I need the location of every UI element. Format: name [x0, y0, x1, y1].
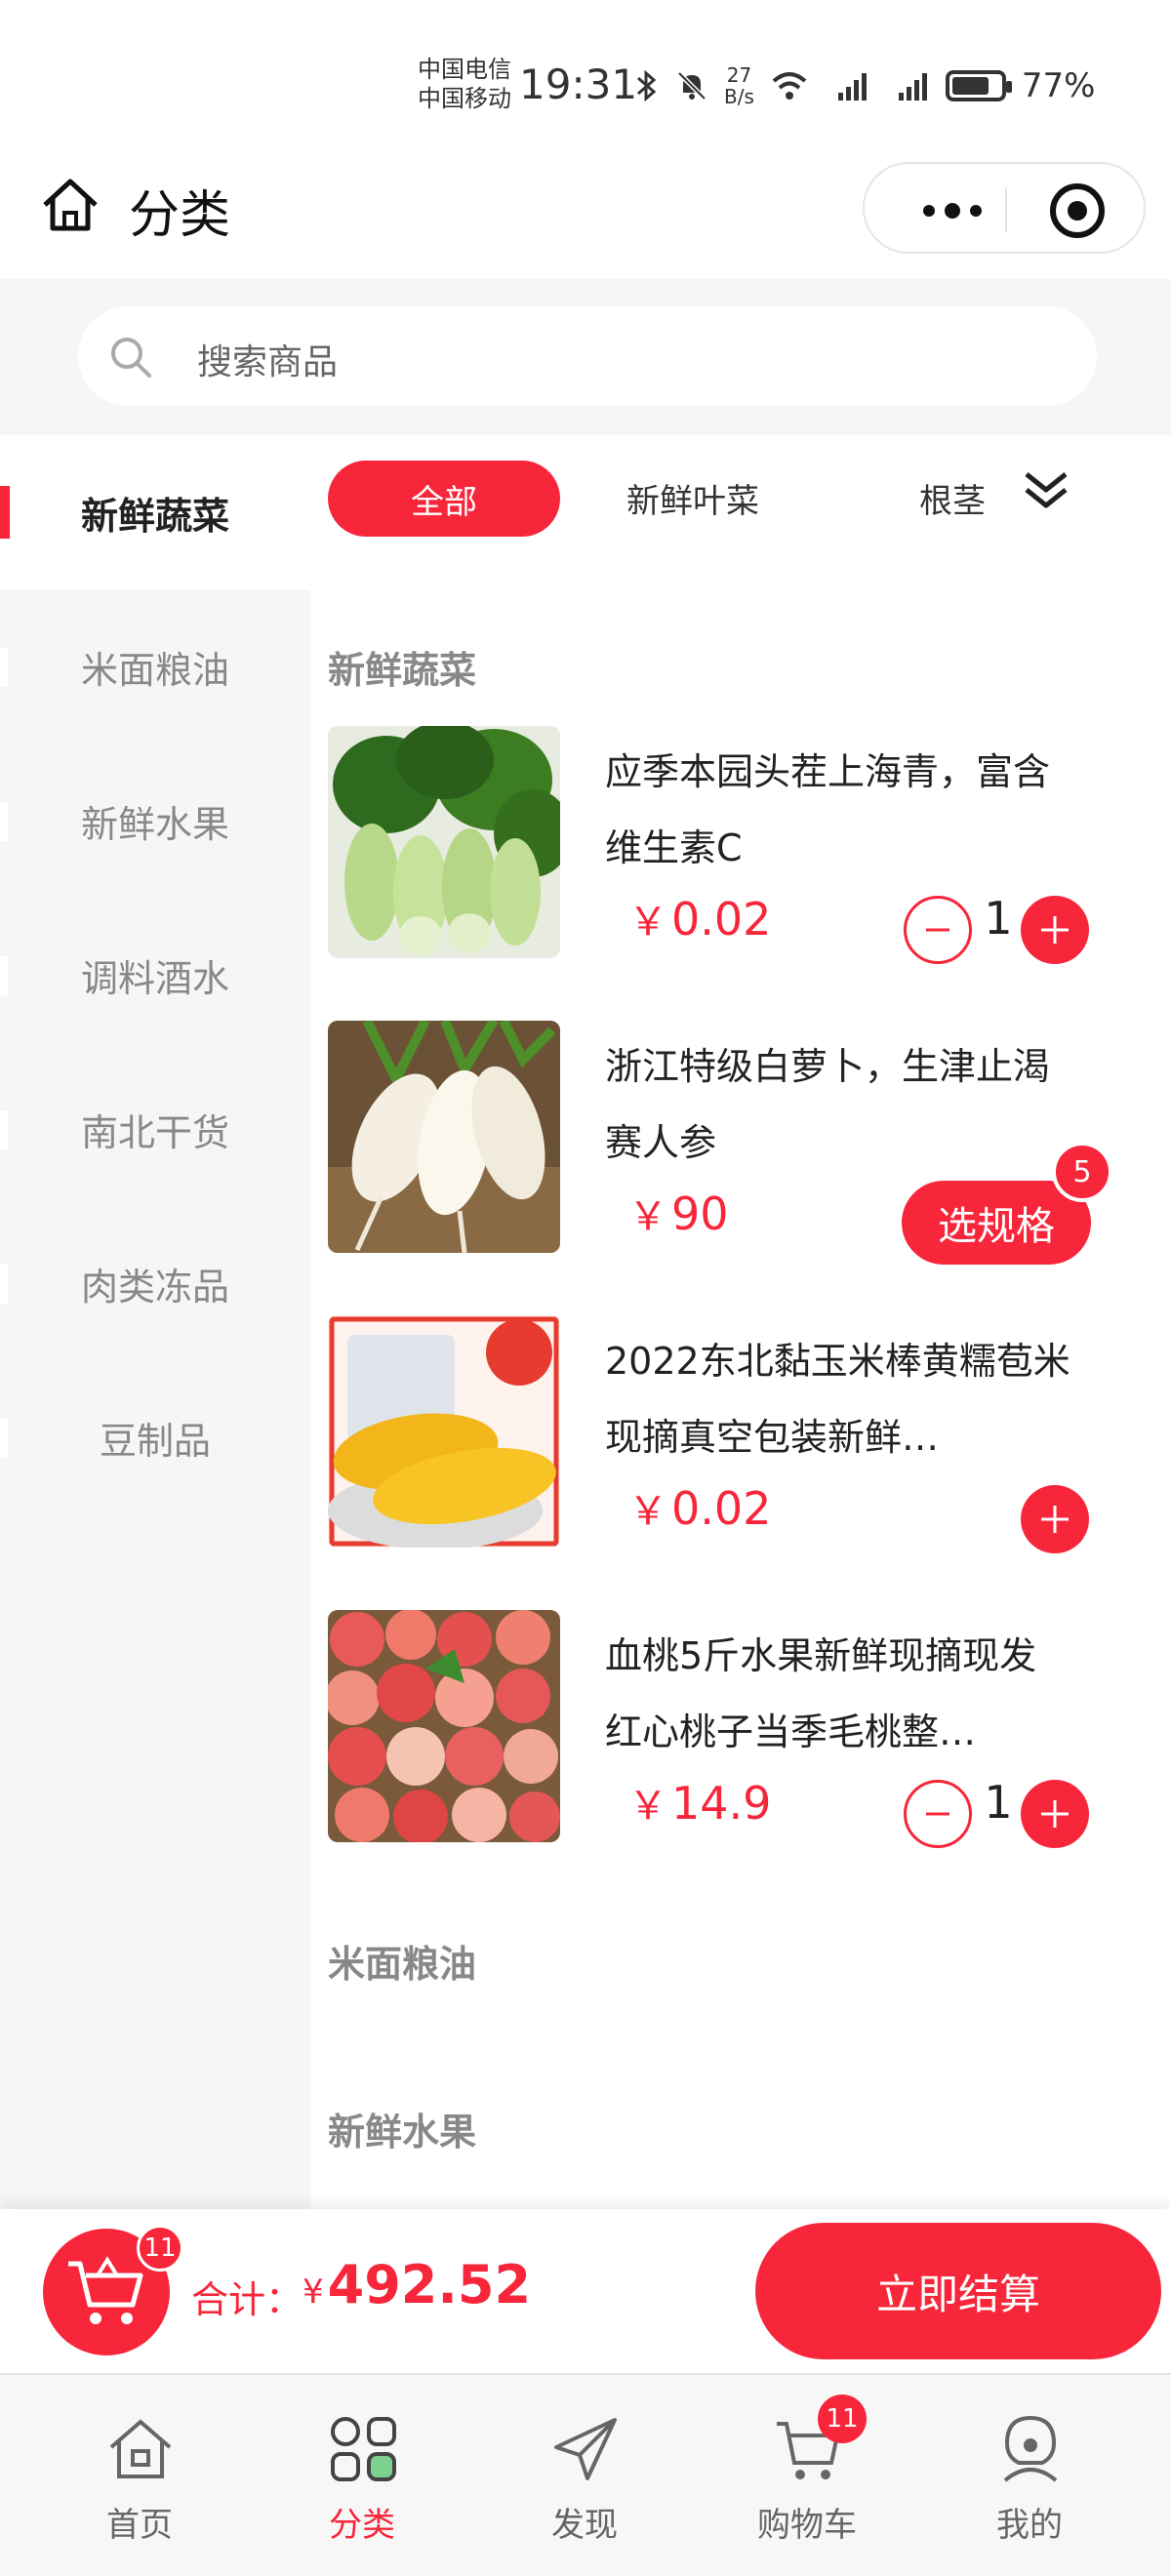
total-label: 合计：: [191, 2278, 303, 2321]
product-card[interactable]: 浙江特级白萝卜，生津止渴赛人参 ￥90 选规格 5: [328, 1021, 1167, 1265]
increase-quantity-button[interactable]: [1021, 1780, 1089, 1848]
net-speed: 27 B/s: [724, 63, 754, 108]
cart-tab-badge: 11: [818, 2395, 867, 2443]
quantity-value: 1: [984, 892, 1013, 945]
tab-category[interactable]: 分类: [250, 2375, 474, 2576]
mute-bell-icon: [677, 71, 707, 101]
section-title: 新鲜蔬菜: [328, 649, 477, 692]
decrease-quantity-button[interactable]: [904, 1780, 972, 1848]
section-title: 米面粮油: [328, 1943, 477, 1986]
product-card[interactable]: 应季本园头茬上海青，富含维生素C ￥0.02 1: [328, 726, 1167, 964]
product-name: 血桃5斤水果新鲜现摘现发红心桃子当季毛桃整…: [605, 1634, 1037, 1753]
sidebar-item-fresh-vegetables[interactable]: 新鲜蔬菜: [0, 435, 310, 589]
signal-5g-icon: [837, 73, 867, 101]
target-close-icon[interactable]: [1050, 183, 1105, 238]
page-title: 分类: [129, 186, 231, 245]
product-card[interactable]: 2022东北黏玉米棒黄糯苞米现摘真空包装新鲜… ￥0.02: [328, 1315, 1167, 1553]
product-image-white-radish[interactable]: [328, 1021, 560, 1253]
status-bar: 中国电信 中国移动 19:31 27 B/s 77%: [0, 0, 1171, 166]
cart-icon: [68, 2256, 143, 2324]
capsule-divider: [1005, 187, 1007, 232]
bottom-tab-bar: 首页 分类 发现 11 购物车 我的: [0, 2373, 1171, 2576]
add-to-cart-button[interactable]: [1021, 1485, 1089, 1553]
product-image-bok-choy[interactable]: [328, 726, 560, 958]
bluetooth-icon: [637, 69, 657, 102]
tab-profile[interactable]: 我的: [917, 2375, 1142, 2576]
sidebar-item-fresh-fruit[interactable]: 新鲜水果: [0, 744, 310, 898]
search-input[interactable]: 搜索商品: [78, 306, 1097, 406]
expand-chevron-icon[interactable]: [1019, 463, 1073, 517]
spec-count-badge: 5: [1052, 1142, 1112, 1202]
increase-quantity-button[interactable]: [1021, 896, 1089, 964]
product-image-corn[interactable]: [328, 1315, 560, 1548]
status-icons: 27 B/s 77%: [634, 64, 1095, 107]
plus-icon: [1041, 1800, 1069, 1828]
product-image-peaches[interactable]: [328, 1610, 560, 1842]
product-list: 新鲜蔬菜 应季本园头茬上海青，富含维生素C ￥0.02 1 浙江特级白萝卜，生津…: [310, 589, 1171, 2209]
product-price: ￥90: [628, 1187, 729, 1240]
more-dots-icon[interactable]: [904, 193, 1001, 228]
carrier-1: 中国电信: [418, 56, 511, 83]
plus-icon: [1041, 916, 1069, 944]
sidebar-item-condiments[interactable]: 调料酒水: [0, 898, 310, 1052]
quantity-value: 1: [984, 1776, 1013, 1829]
subcategory-tabs: 全部 新鲜叶菜 根茎: [310, 435, 1171, 589]
product-price: ￥0.02: [628, 893, 772, 946]
send-icon: [554, 2418, 617, 2480]
wifi-icon: [772, 72, 807, 100]
product-price: ￥14.9: [628, 1777, 772, 1830]
product-name: 浙江特级白萝卜，生津止渴赛人参: [605, 1045, 1051, 1164]
minus-icon: [926, 928, 949, 932]
cart-count-badge: 11: [137, 2225, 183, 2272]
category-sidebar: 新鲜蔬菜 米面粮油 新鲜水果 调料酒水 南北干货 肉类冻品 豆制品: [0, 435, 310, 2211]
total-amount: ¥492.52: [303, 2254, 532, 2315]
signal-4g-icon: [898, 73, 927, 101]
sidebar-item-dry-goods[interactable]: 南北干货: [0, 1052, 310, 1206]
tab-discover[interactable]: 发现: [472, 2375, 697, 2576]
decrease-quantity-button[interactable]: [904, 896, 972, 964]
category-icon: [331, 2417, 396, 2481]
user-icon: [1003, 2415, 1058, 2482]
tab-cart[interactable]: 11 购物车: [695, 2375, 919, 2576]
tab-home[interactable]: 首页: [27, 2375, 252, 2576]
product-name: 应季本园头茬上海青，富含维生素C: [605, 750, 1051, 869]
sidebar-item-grain-oil[interactable]: 米面粮油: [0, 589, 310, 744]
search-area: 搜索商品: [0, 279, 1171, 435]
search-placeholder: 搜索商品: [197, 342, 339, 382]
search-icon: [111, 338, 151, 378]
product-name: 2022东北黏玉米棒黄糯苞米现摘真空包装新鲜…: [605, 1340, 1070, 1459]
plus-icon: [1041, 1506, 1069, 1533]
tab-root-vegetables[interactable]: 根茎: [919, 474, 986, 522]
home-icon: [109, 2419, 172, 2478]
sidebar-item-tofu[interactable]: 豆制品: [0, 1360, 310, 1514]
minus-icon: [926, 1812, 949, 1816]
section-title: 新鲜水果: [328, 2111, 477, 2153]
battery-percent: 77%: [1021, 66, 1096, 105]
battery-icon: [945, 70, 1012, 101]
sidebar-item-meat-frozen[interactable]: 肉类冻品: [0, 1206, 310, 1360]
checkout-button[interactable]: 立即结算: [755, 2223, 1161, 2359]
carrier-info: 中国电信 中国移动: [418, 55, 511, 113]
tab-leafy-greens[interactable]: 新鲜叶菜: [626, 474, 759, 522]
cart-summary-bar: 11 合计： ¥492.52 立即结算: [0, 2209, 1171, 2373]
mini-program-capsule: [863, 162, 1146, 254]
carrier-2: 中国移动: [418, 85, 511, 112]
tab-all[interactable]: 全部: [328, 461, 560, 537]
clock: 19:31: [519, 60, 638, 108]
home-icon[interactable]: [37, 172, 103, 238]
product-card[interactable]: 血桃5斤水果新鲜现摘现发红心桃子当季毛桃整… ￥14.9 1: [328, 1610, 1167, 1848]
product-price: ￥0.02: [628, 1482, 772, 1535]
